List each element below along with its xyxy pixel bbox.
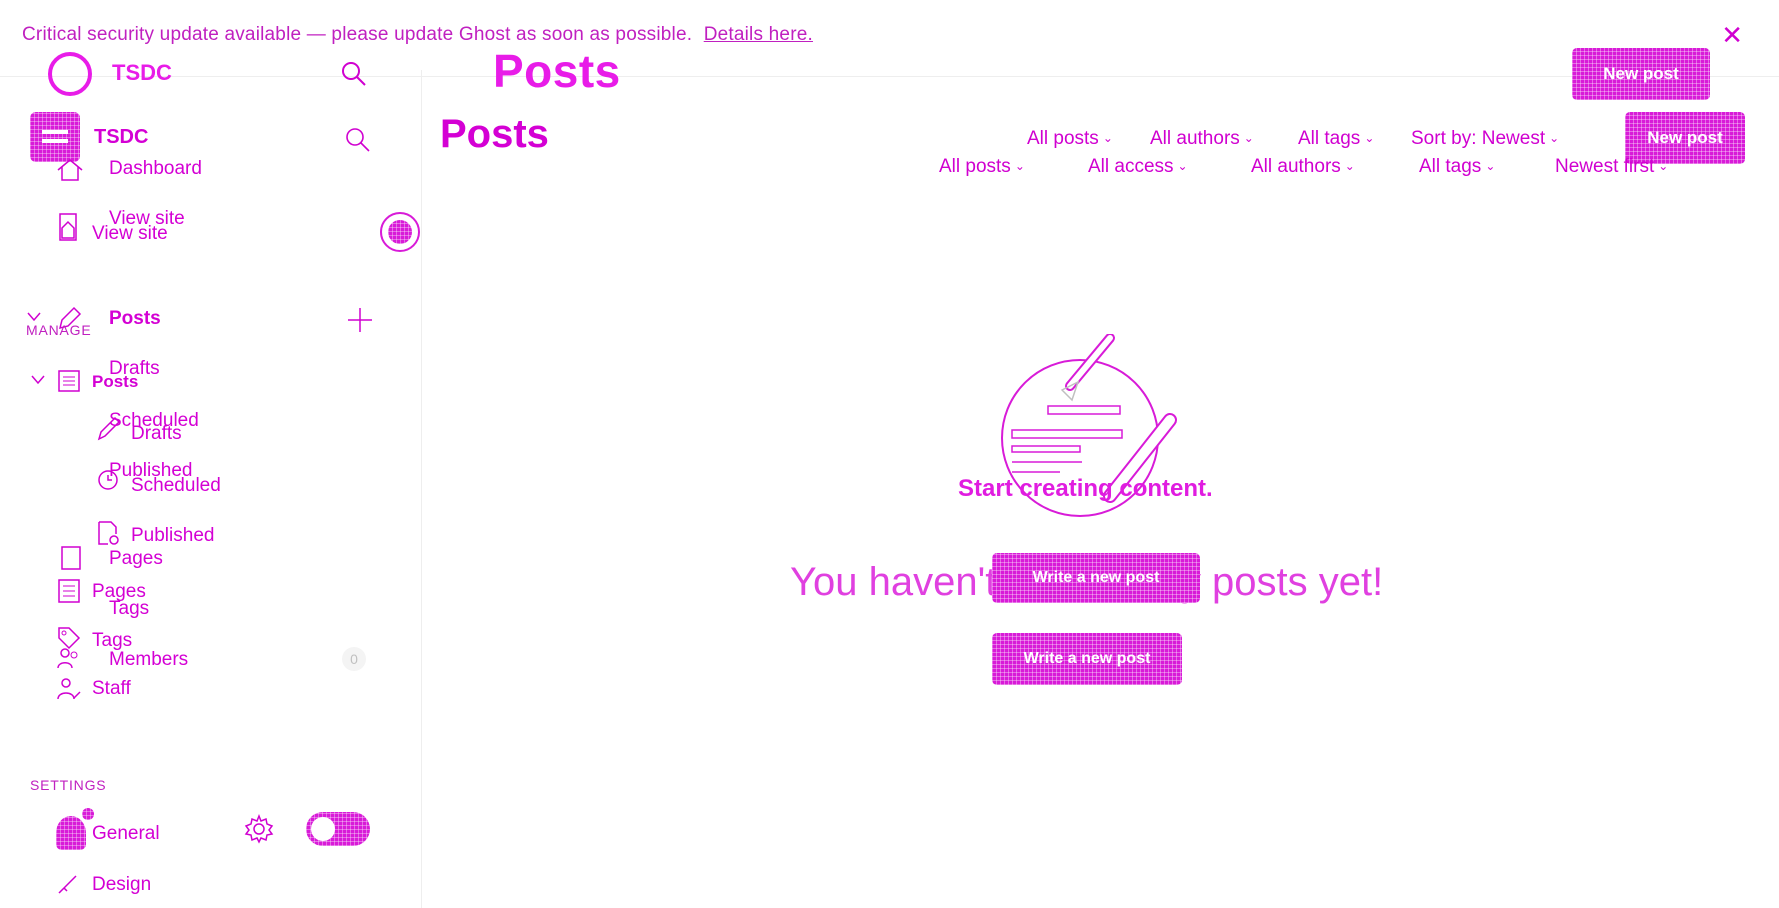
- sidebar-divider: [421, 70, 422, 908]
- banner-details-link[interactable]: Details here.: [704, 24, 813, 45]
- site-icon[interactable]: [30, 112, 80, 162]
- banner-text: Critical security update available — ple…: [22, 24, 693, 45]
- sidebar-item-published[interactable]: Published: [131, 525, 214, 547]
- filter-label: Newest first: [1555, 156, 1655, 177]
- published-icon: [96, 520, 120, 546]
- avatar[interactable]: [56, 808, 94, 850]
- filter-label: All tags: [1298, 128, 1361, 149]
- chevron-down-icon: ⌄: [1364, 131, 1375, 145]
- site-name-top: TSDC: [112, 60, 172, 85]
- chevron-down-icon: ⌄: [1014, 159, 1025, 173]
- sidebar-item-drafts[interactable]: Drafts: [131, 423, 182, 445]
- empty-state-illustration: [1000, 333, 1190, 549]
- filter-type-top[interactable]: All posts ⌄: [1027, 128, 1113, 150]
- globe-icon[interactable]: [380, 212, 420, 252]
- filter-tag[interactable]: All tags ⌄: [1419, 156, 1495, 178]
- write-post-button-overlap[interactable]: Write a new post: [992, 553, 1200, 603]
- search-icon-2[interactable]: [344, 126, 372, 154]
- members-count-badge: 0: [342, 647, 366, 671]
- filter-label: All tags: [1419, 156, 1482, 177]
- night-mode-toggle[interactable]: [306, 812, 370, 846]
- filter-label: All posts: [939, 156, 1011, 177]
- sidebar-item-tags-top[interactable]: Tags: [109, 598, 149, 620]
- plus-icon[interactable]: [346, 306, 374, 334]
- site-name: TSDC: [94, 126, 149, 148]
- sidebar-item-staff[interactable]: Staff: [92, 678, 131, 700]
- filter-label: All authors: [1150, 128, 1240, 149]
- filter-type[interactable]: All posts ⌄: [939, 156, 1025, 178]
- filter-label: All authors: [1251, 156, 1341, 177]
- gear-icon[interactable]: [244, 814, 274, 844]
- chevron-down-icon: ⌄: [1658, 159, 1669, 173]
- home-icon: [56, 158, 84, 182]
- filter-tag-top[interactable]: All tags ⌄: [1298, 128, 1374, 150]
- page-title-top: Posts: [493, 45, 621, 97]
- sidebar-item-members[interactable]: Members: [109, 649, 188, 671]
- chevron-down-icon: ⌄: [1549, 131, 1560, 145]
- close-icon[interactable]: ✕: [1721, 20, 1743, 51]
- brush-icon: [56, 872, 80, 896]
- view-site-icon: [56, 210, 80, 244]
- staff-icon: [56, 676, 82, 702]
- page-title: Posts: [440, 112, 549, 156]
- members-icon: [56, 646, 82, 670]
- sidebar-item-design[interactable]: Design: [92, 874, 151, 896]
- filter-access[interactable]: All access ⌄: [1088, 156, 1188, 178]
- new-post-button-top[interactable]: New post: [1572, 48, 1710, 100]
- sidebar-item-pages-top[interactable]: Pages: [109, 548, 163, 570]
- update-banner: Critical security update available — ple…: [22, 24, 813, 46]
- banner-divider: [0, 76, 1779, 77]
- filter-author[interactable]: All authors ⌄: [1251, 156, 1355, 178]
- pages-icon: [56, 577, 82, 605]
- search-icon[interactable]: [340, 60, 368, 88]
- filter-sort-top[interactable]: Sort by: Newest ⌄: [1411, 128, 1559, 150]
- chevron-down-icon: ⌄: [1344, 159, 1355, 173]
- sidebar-item-view-site[interactable]: View site: [92, 223, 168, 245]
- filter-label: All access: [1088, 156, 1174, 177]
- posts-icon: [56, 368, 82, 394]
- sidebar-item-posts-top[interactable]: Posts: [109, 308, 161, 330]
- chevron-down-icon: ⌄: [1243, 131, 1254, 145]
- filter-label: All posts: [1027, 128, 1099, 149]
- settings-section-title: SETTINGS: [30, 777, 107, 793]
- filter-sort[interactable]: Newest first ⌄: [1555, 156, 1668, 178]
- chevron-down-icon[interactable]: [30, 374, 46, 386]
- chevron-down-icon: ⌄: [1177, 159, 1188, 173]
- page-icon: [60, 545, 82, 571]
- empty-state-heading: Start creating content.: [958, 475, 1213, 502]
- sidebar-item-scheduled[interactable]: Scheduled: [131, 475, 221, 497]
- chevron-down-icon: ⌄: [1485, 159, 1496, 173]
- sidebar-item-dashboard[interactable]: Dashboard: [109, 158, 202, 180]
- manage-section-title: MANAGE: [26, 322, 92, 338]
- site-logo-ring: [48, 52, 92, 96]
- write-post-button[interactable]: Write a new post: [992, 633, 1182, 685]
- sidebar-item-drafts-top[interactable]: Drafts: [109, 358, 160, 380]
- filter-author-top[interactable]: All authors ⌄: [1150, 128, 1254, 150]
- chevron-down-icon: ⌄: [1102, 131, 1113, 145]
- sidebar-item-general[interactable]: General: [92, 823, 160, 845]
- filter-label: Sort by: Newest: [1411, 128, 1546, 149]
